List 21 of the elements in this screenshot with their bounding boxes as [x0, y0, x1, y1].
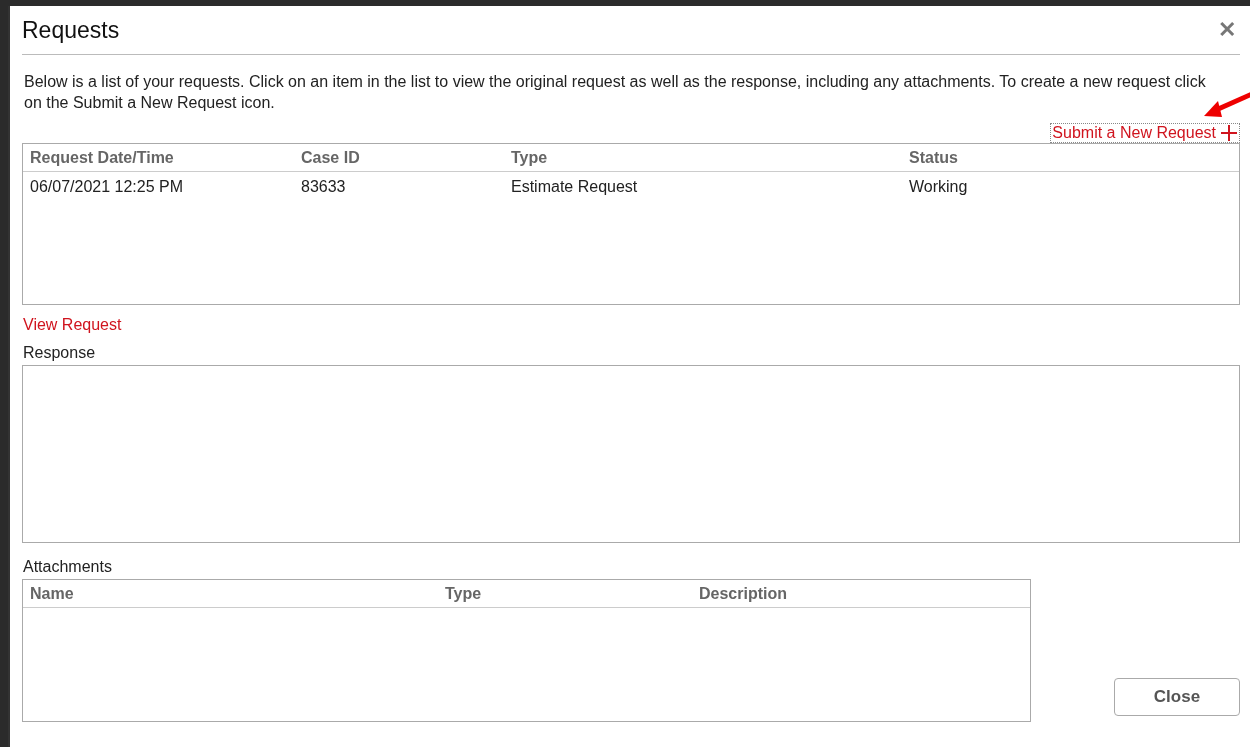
- arrow-annotation: [1204, 91, 1250, 117]
- response-label: Response: [23, 344, 97, 362]
- column-header: Name: [30, 584, 75, 603]
- submit-request-link[interactable]: Submit a New Request: [1050, 123, 1240, 143]
- window-title: Requests: [22, 16, 120, 44]
- view-request-link[interactable]: View Request: [23, 316, 122, 334]
- attachments-label: Attachments: [23, 558, 113, 576]
- column-header: Case ID: [301, 148, 361, 167]
- table-cell-text: 06/07/2021 12:25 PM: [30, 178, 184, 196]
- close-button[interactable]: Close: [1114, 678, 1240, 716]
- instructions-text: Below is a list of your requests. Click on an item in the list to view the original request as well as the response, including any attachments. To create a new request click on the Submit a New Request icon.: [24, 72, 1207, 113]
- plus-icon: [1220, 124, 1238, 142]
- column-header: Type: [445, 584, 483, 603]
- table-cell-text: Estimate Request: [511, 178, 639, 196]
- table-cell-text: Working: [909, 178, 969, 196]
- column-header: Type: [511, 148, 549, 167]
- column-header: Request Date/Time: [30, 148, 175, 167]
- request-row[interactable]: 06/07/2021 12:25 PM 83633 Estimate Request Working: [23, 172, 1239, 202]
- column-header: Status: [909, 148, 959, 167]
- column-header: Description: [699, 584, 788, 603]
- table-cell-text: 83633: [301, 178, 347, 196]
